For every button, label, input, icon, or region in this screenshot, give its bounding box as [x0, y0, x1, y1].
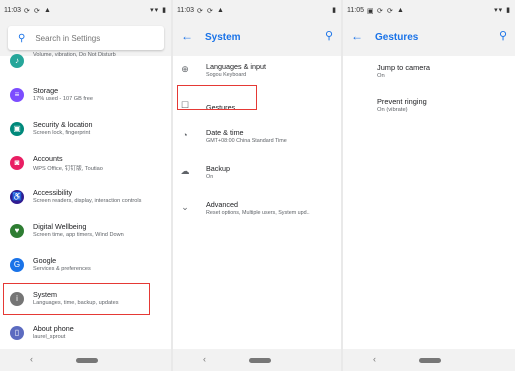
gestures-list: Jump to camera On Prevent ringing On (vibra… — [343, 56, 515, 124]
wellbeing-icon: ♥ — [10, 224, 24, 238]
system-item-subtitle: Sogou Keyboard — [206, 72, 247, 78]
settings-item-subtitle: laurel_sprout — [33, 334, 66, 340]
settings-item-subtitle: WPS Office, 钉钉版, Toutiao — [33, 166, 103, 172]
warning-icon: ▲ — [217, 6, 224, 14]
sync-icon: ⟳ — [377, 7, 383, 15]
settings-item[interactable]: ◙ Accounts WPS Office, 钉钉版, Toutiao — [0, 148, 171, 182]
search-icon[interactable]: ⚲ — [499, 29, 507, 42]
status-time: 11:03 — [4, 6, 21, 14]
settings-item[interactable]: G Google Services & preferences — [0, 250, 171, 284]
status-bar: 11:03 ⟳ ⟳ ▲ ▾▾ ▮ — [0, 0, 171, 20]
gesture-item-title: Jump to camera — [377, 63, 430, 72]
sync-icon: ⟳ — [387, 7, 393, 15]
lock-icon: ▣ — [10, 122, 24, 136]
image-icon: ▣ — [367, 7, 374, 15]
sync-icon: ⟳ — [24, 7, 30, 15]
chevron-down-icon: ⌄ — [181, 202, 189, 212]
sound-icon: ♪ — [10, 54, 24, 68]
settings-item-title: Google — [33, 256, 57, 265]
status-indicators: ▾▾ ▮ — [150, 7, 167, 14]
gesture-item-subtitle: On — [377, 73, 385, 79]
system-list: ⊕ Languages & input Sogou Keyboard ☐ Gesture… — [173, 53, 341, 227]
settings-item[interactable]: ♥ Digital Wellbeing Screen time, app timer… — [0, 216, 171, 250]
gesture-item[interactable]: Prevent ringing On (vibrate) — [343, 90, 515, 124]
page-title: Gestures — [375, 32, 419, 43]
clock-icon: ◔ — [182, 130, 188, 140]
settings-item[interactable]: ▯ About phone laurel_sprout — [0, 318, 171, 352]
screenshot-composite: 11:03 ⟳ ⟳ ▲ ▾▾ ▮ ⚲ ♪ Volume, vibration, D… — [0, 0, 515, 371]
highlight-gestures — [177, 85, 257, 110]
home-pill[interactable] — [419, 358, 441, 363]
storage-icon: ≡ — [10, 88, 24, 102]
system-item-subtitle: GMT+08:00 China Standard Time — [206, 138, 287, 144]
gesture-item-title: Prevent ringing — [377, 97, 427, 106]
warning-icon: ▲ — [397, 6, 404, 14]
status-indicators: ▾▾ ▮ — [494, 7, 511, 14]
back-nav-icon[interactable]: ‹ — [203, 354, 206, 364]
account-icon: ◙ — [10, 156, 24, 170]
settings-item-subtitle: Services & preferences — [33, 266, 91, 272]
settings-item-title: Accessibility — [33, 188, 73, 197]
settings-item-title: Security & location — [33, 120, 93, 129]
nav-bar: ‹ — [0, 349, 171, 371]
system-item-subtitle: Reset options, Multiple users, System up… — [206, 210, 310, 216]
nav-bar: ‹ — [173, 349, 341, 371]
gesture-item[interactable]: Jump to camera On — [343, 56, 515, 90]
system-item-title: Advanced — [206, 200, 238, 209]
globe-icon: ⊕ — [181, 64, 189, 74]
system-item[interactable]: ⊕ Languages & input Sogou Keyboard — [173, 53, 341, 89]
sync-icon: ⟳ — [34, 7, 40, 15]
system-item-title: Date & time — [206, 128, 244, 137]
highlight-system — [3, 283, 150, 315]
settings-item-subtitle: Screen lock, fingerprint — [33, 130, 91, 136]
system-item-title: Backup — [206, 164, 230, 173]
settings-item[interactable]: ♿ Accessibility Screen readers, display, i… — [0, 182, 171, 216]
settings-item-subtitle: Screen time, app timers, Wind Down — [33, 232, 124, 238]
search-input[interactable] — [35, 33, 146, 43]
home-pill[interactable] — [249, 358, 271, 363]
home-pill[interactable] — [76, 358, 98, 363]
warning-icon: ▲ — [44, 6, 51, 14]
app-bar: ← Gestures ⚲ — [343, 20, 515, 56]
settings-item[interactable]: ♪ Volume, vibration, Do Not Disturb — [0, 46, 171, 80]
back-nav-icon[interactable]: ‹ — [373, 354, 376, 364]
system-item-title: Languages & input — [206, 62, 266, 71]
settings-item-title: Digital Wellbeing — [33, 222, 87, 231]
battery-icon: ▮ — [332, 7, 337, 14]
nav-bar: ‹ — [343, 349, 515, 371]
sync-icon: ⟳ — [207, 7, 213, 15]
google-icon: G — [10, 258, 24, 272]
system-item[interactable]: ◔ Date & time GMT+08:00 China Standard Tim… — [173, 119, 341, 155]
search-icon[interactable]: ⚲ — [325, 29, 333, 42]
search-icon: ⚲ — [18, 32, 26, 44]
system-panel: 11:03 ⟳ ⟳ ▲ ▮ ← System ⚲ ⊕ Languages & in… — [173, 0, 341, 371]
settings-main-panel: 11:03 ⟳ ⟳ ▲ ▾▾ ▮ ⚲ ♪ Volume, vibration, D… — [0, 0, 171, 371]
accessibility-icon: ♿ — [10, 190, 24, 204]
settings-item-title: About phone — [33, 324, 74, 333]
back-arrow-icon[interactable]: ← — [351, 29, 363, 43]
status-time: 11:05 — [347, 6, 364, 14]
back-nav-icon[interactable]: ‹ — [30, 354, 33, 364]
app-bar: ← System ⚲ — [173, 20, 341, 56]
sync-icon: ⟳ — [197, 7, 203, 15]
system-item-subtitle: On — [206, 174, 214, 180]
status-bar: 11:03 ⟳ ⟳ ▲ ▮ — [173, 0, 341, 20]
settings-item-subtitle: Screen readers, display, interaction con… — [33, 198, 142, 204]
system-item[interactable]: ⌄ Advanced Reset options, Multiple users, … — [173, 191, 341, 227]
settings-item-title: Accounts — [33, 154, 63, 163]
settings-item-subtitle: Volume, vibration, Do Not Disturb — [33, 52, 116, 58]
settings-item-subtitle: 17% used - 107 GB free — [33, 96, 94, 102]
phone-icon: ▯ — [10, 326, 24, 340]
status-bar: 11:05 ▣ ⟳ ⟳ ▲ ▾▾ ▮ — [343, 0, 515, 20]
cloud-backup-icon: ☁ — [180, 166, 190, 176]
status-time: 11:03 — [177, 6, 194, 14]
settings-item[interactable]: ≡ Storage 17% used - 107 GB free — [0, 80, 171, 114]
gestures-panel: 11:05 ▣ ⟳ ⟳ ▲ ▾▾ ▮ ← Gestures ⚲ Jump to … — [343, 0, 515, 371]
settings-item-title: Storage — [33, 86, 59, 95]
system-item[interactable]: ☁ Backup On — [173, 155, 341, 191]
page-title: System — [205, 32, 241, 43]
gesture-item-subtitle: On (vibrate) — [377, 107, 408, 113]
back-arrow-icon[interactable]: ← — [181, 29, 193, 43]
settings-item[interactable]: ▣ Security & location Screen lock, fingerp… — [0, 114, 171, 148]
